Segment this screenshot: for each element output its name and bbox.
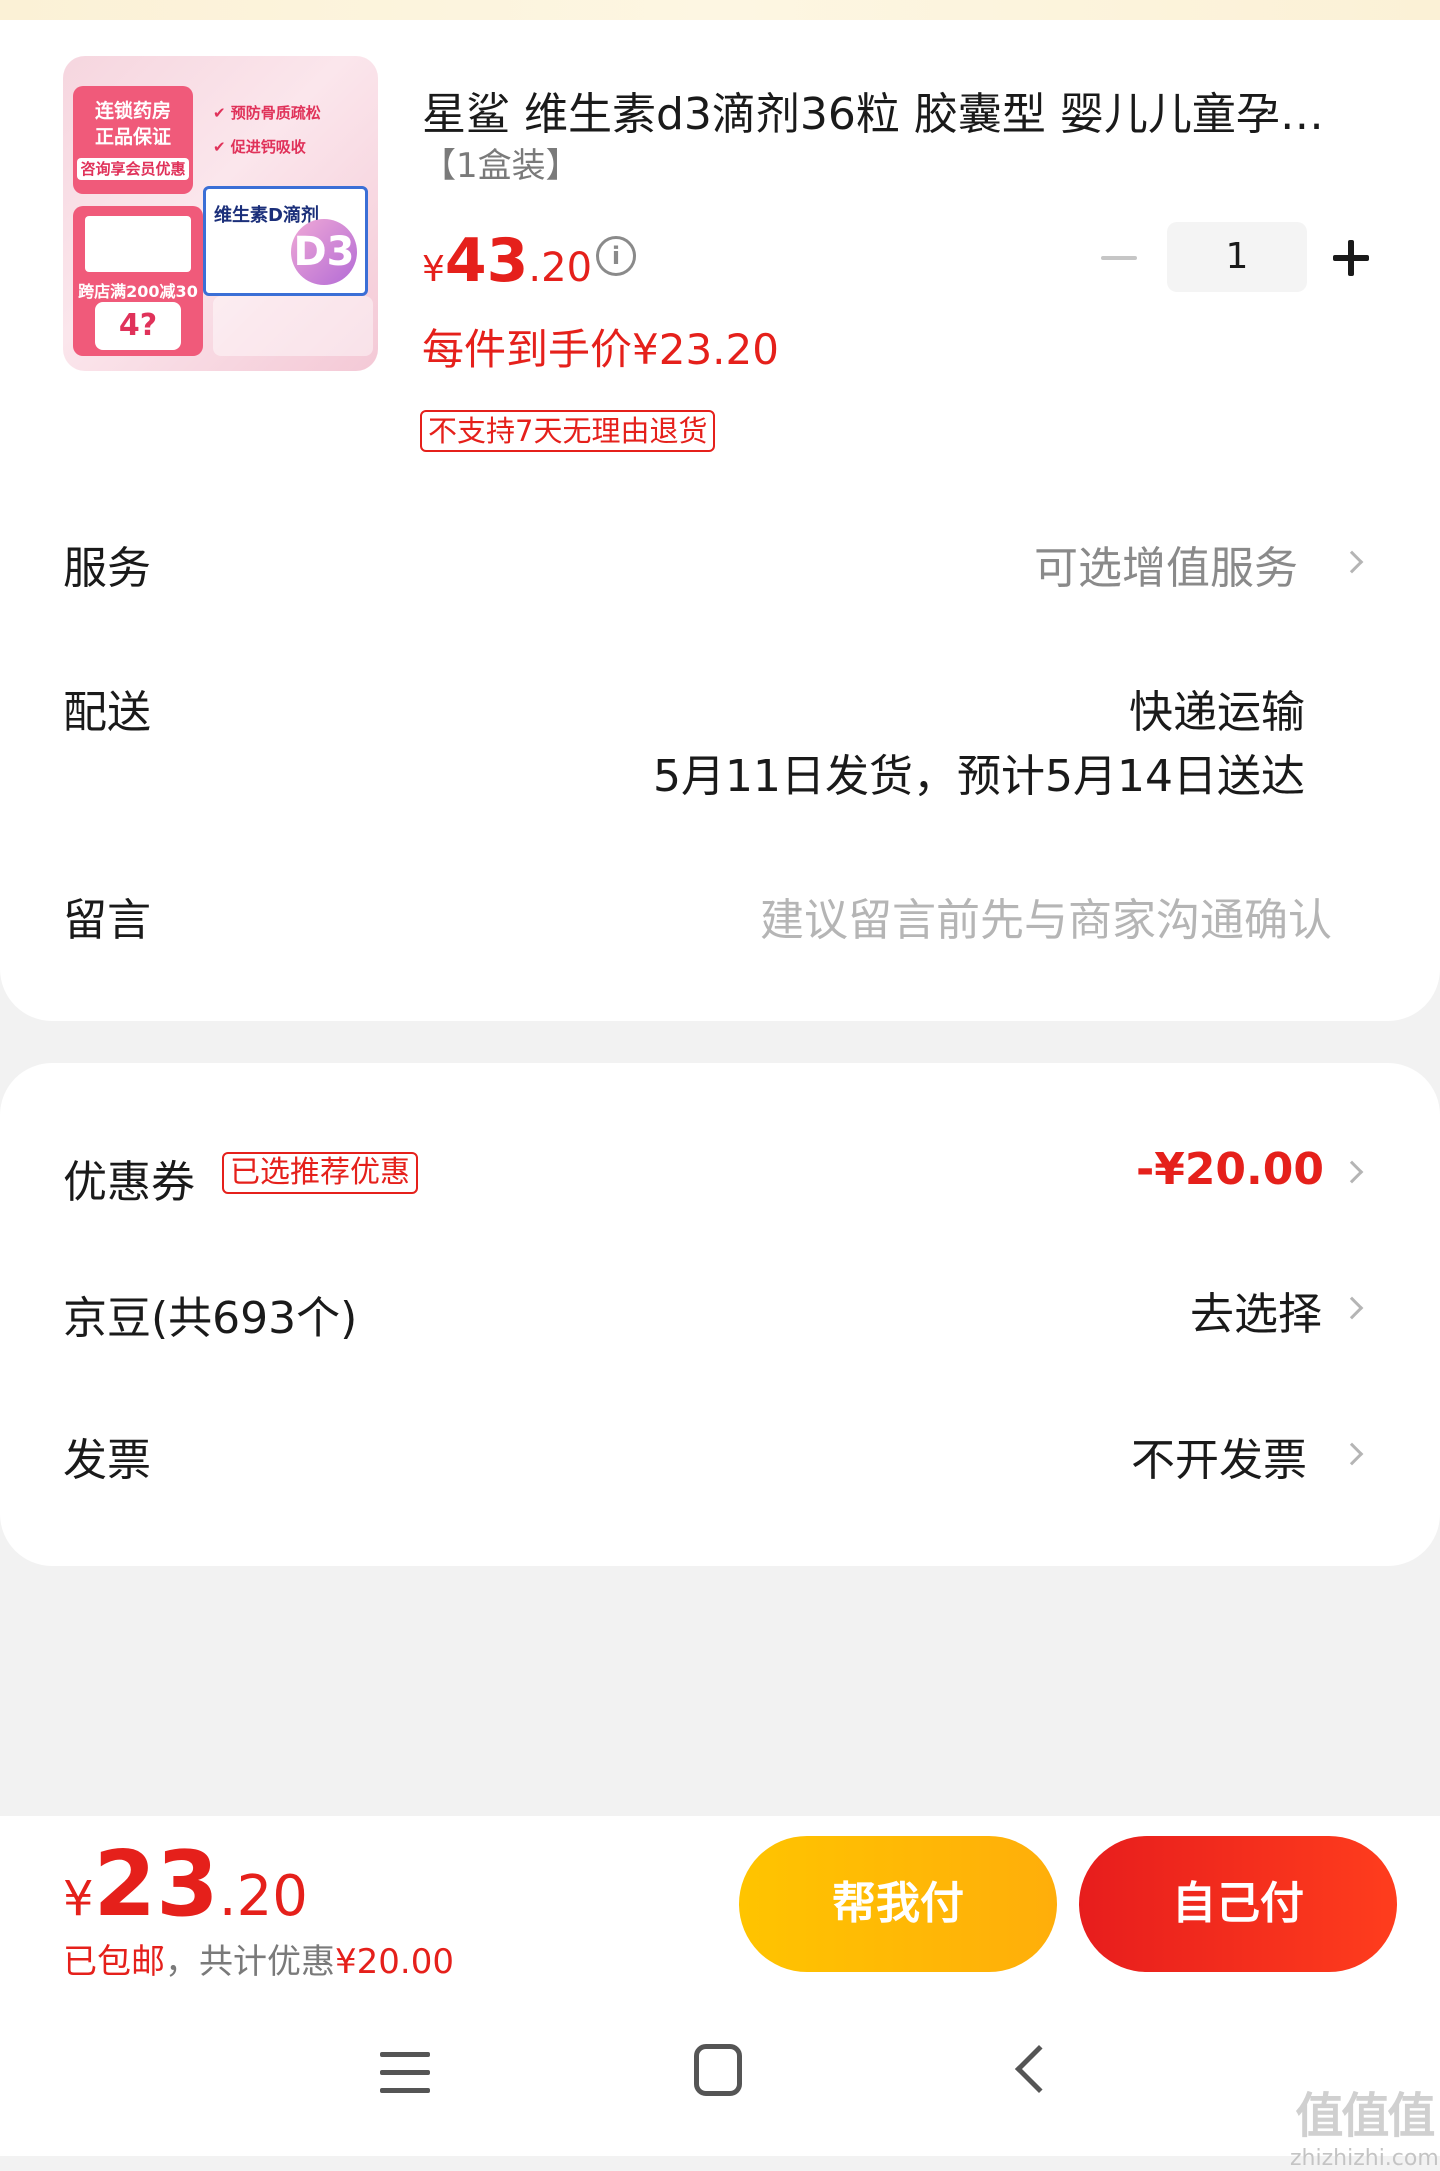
total-decimal: .20 (218, 1864, 308, 1929)
image-tag-line2: 正品保证 (94, 126, 171, 148)
product-spec: 【1盒装】 (422, 146, 580, 186)
message-input[interactable]: 建议留言前先与商家沟通确认 (760, 884, 1332, 948)
quantity-decrease-button[interactable] (1099, 238, 1139, 278)
self-pay-button[interactable]: 自己付 (1079, 1836, 1397, 1972)
quantity-field[interactable]: 1 (1167, 222, 1307, 292)
menu-icon[interactable] (380, 2050, 430, 2094)
unit-final-price: 每件到手价¥23.20 (422, 325, 779, 374)
product-image[interactable]: 连锁药房 正品保证 咨询享会员优惠 ✔ 预防骨质疏松 ✔ 促进钙吸收 跨店满20… (63, 56, 378, 371)
price-currency: ¥ (422, 249, 445, 290)
image-bullets: ✔ 预防骨质疏松 ✔ 促进钙吸收 (213, 96, 321, 164)
quantity-increase-button[interactable] (1331, 238, 1371, 278)
total-currency: ¥ (63, 1871, 94, 1927)
image-promo: 跨店满200减30 (78, 282, 198, 301)
image-bullet: ✔ 预防骨质疏松 (213, 104, 321, 122)
invoice-value[interactable]: 不开发票 (1131, 1424, 1307, 1488)
image-bullet: ✔ 促进钙吸收 (213, 138, 306, 156)
invoice-label: 发票 (63, 1435, 151, 1486)
help-pay-button[interactable]: 帮我付 (739, 1836, 1057, 1972)
image-stage (213, 296, 373, 356)
image-tag-line3: 咨询享会员优惠 (77, 158, 189, 180)
top-strip (0, 0, 1440, 22)
image-product-name: 维生素D滴剂 (214, 205, 319, 226)
product-price: ¥43.20 (422, 226, 592, 296)
image-promo-panel: 跨店满200减30 4? (73, 206, 203, 356)
watermark: 值值值 zhizhizhi.com (1290, 2076, 1439, 2171)
info-icon[interactable]: i (596, 236, 636, 276)
image-product-box: 维生素D滴剂 D3 (203, 186, 368, 296)
jingdou-value[interactable]: 去选择 (1190, 1278, 1322, 1342)
message-label: 留言 (63, 895, 151, 946)
delivery-label: 配送 (63, 687, 151, 738)
price-decimal: .20 (528, 245, 593, 291)
jingdou-label: 京豆(共693个) (63, 1293, 358, 1344)
coupon-label: 优惠券 (63, 1157, 195, 1208)
no-return-badge: 不支持7天无理由退货 (420, 410, 716, 452)
delivery-schedule: 5月11日发货，预计5月14日送达 (653, 751, 1305, 802)
watermark-logo: 值值值 (1295, 2088, 1435, 2144)
total-integer: 23 (93, 1832, 219, 1937)
delivery-method: 快递运输 (1129, 687, 1305, 738)
order-summary: 已包邮，共计优惠¥20.00 (63, 1934, 454, 1983)
shipping-text: 已包邮 (63, 1942, 165, 1982)
watermark-site: zhizhizhi.com (1290, 2146, 1439, 2171)
price-integer: 43 (444, 226, 529, 296)
image-tag: 连锁药房 正品保证 咨询享会员优惠 (73, 86, 193, 194)
mini-product-box (85, 216, 191, 272)
product-title[interactable]: 星鲨 维生素d3滴剂36粒 胶囊型 婴儿儿童孕… (422, 78, 1362, 142)
service-value[interactable]: 可选增值服务 (1034, 532, 1298, 596)
total-price: ¥23.20 (63, 1832, 308, 1937)
coupon-value[interactable]: -¥20.00 (1136, 1144, 1324, 1195)
coupon-badge: 已选推荐优惠 (222, 1152, 418, 1194)
image-tag-line1: 连锁药房 (94, 100, 171, 122)
service-label: 服务 (63, 543, 151, 594)
d3-logo: D3 (291, 219, 357, 285)
saved-amount: ¥20.00 (335, 1942, 454, 1982)
home-icon[interactable] (694, 2044, 742, 2096)
summary-text: ，共计优惠 (165, 1942, 335, 1982)
image-price-badge: 4? (95, 302, 181, 350)
